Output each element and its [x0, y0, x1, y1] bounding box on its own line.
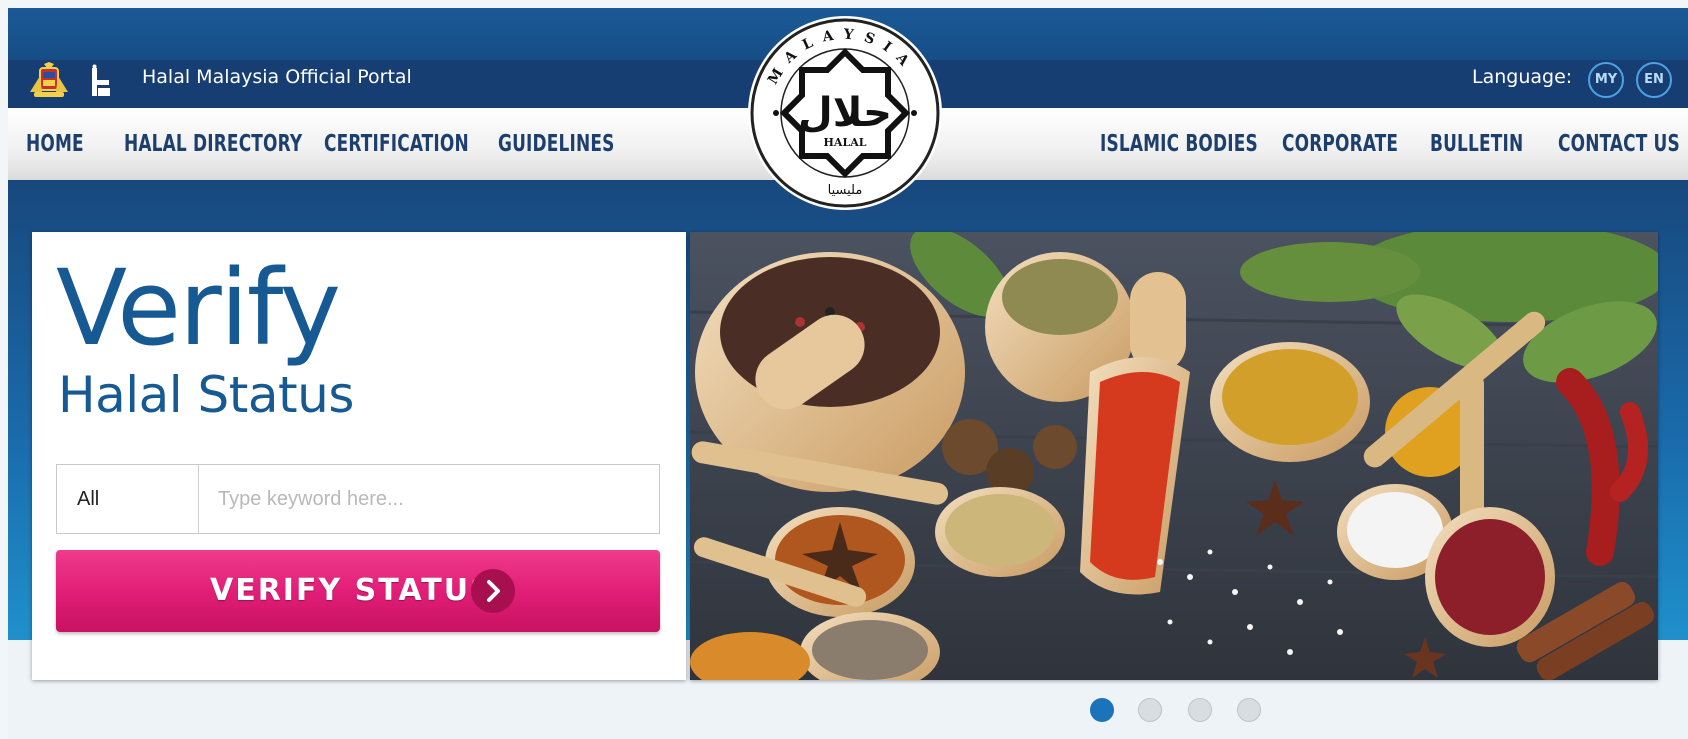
carousel-dot-4[interactable] [1237, 698, 1261, 722]
hero-spices-image [690, 232, 1658, 680]
portal-title: Halal Malaysia Official Portal [142, 66, 412, 88]
verify-title: Verify [56, 247, 341, 369]
nav-corporate[interactable]: CORPORATE [1282, 108, 1398, 180]
carousel-dots [1090, 698, 1270, 724]
nav-islamic-bodies[interactable]: ISLAMIC BODIES [1100, 108, 1258, 180]
verify-subtitle: Halal Status [58, 366, 354, 424]
nav-guidelines[interactable]: GUIDELINES [498, 108, 614, 180]
carousel-dot-2[interactable] [1138, 698, 1162, 722]
verify-status-label: VERIFY STATUS [210, 573, 494, 608]
verify-card: Verify Halal Status All VERIFY STATUS [32, 232, 686, 680]
nav-bulletin[interactable]: BULLETIN [1430, 108, 1523, 180]
halal-logo[interactable]: حلال HALAL MALAYSIA مليسيا [746, 14, 944, 212]
nav-certification[interactable]: CERTIFICATION [324, 108, 469, 180]
halal-latin-text: HALAL [824, 136, 867, 149]
language-en-button[interactable]: EN [1636, 62, 1672, 98]
nav-home[interactable]: HOME [26, 108, 84, 180]
search-input[interactable] [200, 465, 658, 533]
logo-bottom-text: مليسيا [828, 183, 863, 198]
coat-of-arms-icon [26, 62, 72, 102]
search-bar: All [56, 464, 660, 534]
page: Halal Malaysia Official Portal Language:… [8, 8, 1688, 739]
nav-halal-directory[interactable]: HALAL DIRECTORY [124, 108, 302, 180]
verify-status-button[interactable]: VERIFY STATUS [56, 550, 660, 632]
category-select[interactable]: All [57, 465, 199, 533]
halal-arabic-text: حلال [798, 90, 892, 136]
carousel-dot-1[interactable] [1090, 698, 1114, 722]
chevron-right-icon [471, 569, 515, 613]
nav-contact-us[interactable]: CONTACT US [1558, 108, 1680, 180]
carousel-dot-3[interactable] [1188, 698, 1212, 722]
jakim-logo-icon [88, 64, 114, 100]
language-my-button[interactable]: MY [1588, 62, 1624, 98]
language-label: Language: [1472, 66, 1573, 88]
